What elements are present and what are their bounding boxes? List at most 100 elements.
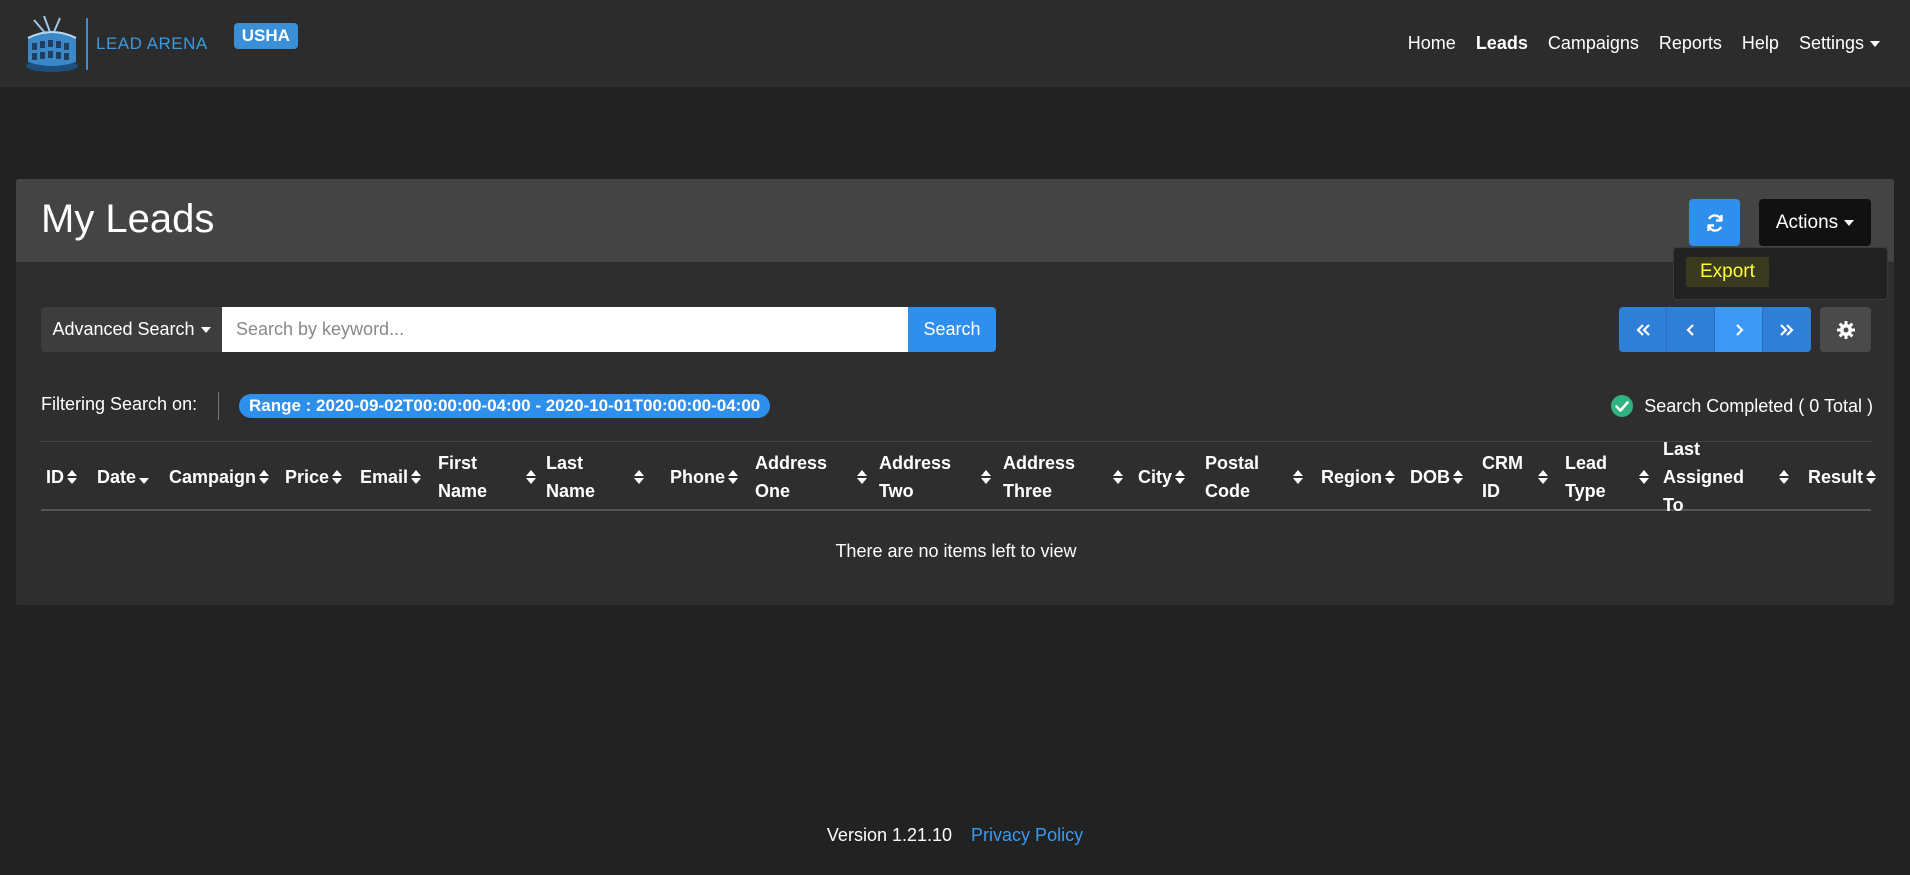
column-label: Last Name <box>546 453 596 501</box>
sort-icon <box>1779 470 1789 484</box>
column-header-email[interactable]: Email <box>360 448 422 506</box>
sort-icon <box>67 470 77 484</box>
colosseum-logo-icon <box>26 15 78 72</box>
pagination <box>1619 307 1811 352</box>
column-label: Phone <box>670 467 726 487</box>
filter-divider <box>218 392 219 420</box>
sort-desc-icon <box>139 478 150 484</box>
sort-icon <box>1453 470 1463 484</box>
column-label: Price <box>285 467 330 487</box>
sort-icon <box>411 470 422 484</box>
column-header-last-assigned-to[interactable]: Last Assigned To <box>1663 439 1789 515</box>
leads-card: My Leads Actions Export Advanced Search … <box>16 179 1894 605</box>
nav-leads[interactable]: Leads <box>1466 33 1538 54</box>
search-button[interactable]: Search <box>908 307 996 352</box>
double-chevron-left-icon <box>1635 323 1650 336</box>
tenant-badge: USHA <box>233 22 298 49</box>
column-header-price[interactable]: Price <box>285 448 343 506</box>
brand[interactable]: LEAD ARENA USHA <box>20 12 298 76</box>
nav-links: Home Leads Campaigns Reports Help Settin… <box>1398 33 1890 54</box>
sort-icon <box>1538 470 1548 484</box>
sort-icon <box>728 470 739 484</box>
column-header-campaign[interactable]: Campaign <box>169 448 270 506</box>
sort-icon <box>259 470 270 484</box>
next-page-button[interactable] <box>1715 307 1763 352</box>
column-label: Email <box>360 467 409 487</box>
top-navbar: LEAD ARENA USHA Home Leads Campaigns Rep… <box>0 0 1910 87</box>
sort-icon <box>332 470 343 484</box>
chevron-right-icon <box>1735 323 1744 336</box>
column-label: Postal Code <box>1205 453 1260 501</box>
page-title: My Leads <box>41 197 215 241</box>
actions-dropdown-button[interactable]: Actions <box>1759 199 1871 246</box>
export-menu-item[interactable]: Export <box>1686 257 1769 287</box>
column-header-postal-code[interactable]: Postal Code <box>1205 448 1303 506</box>
search-status: Search Completed ( 0 Total ) <box>1610 394 1873 418</box>
search-input[interactable] <box>222 307 908 352</box>
footer: Version 1.21.10 Privacy Policy <box>0 825 1910 846</box>
caret-down-icon <box>200 326 211 333</box>
column-label: ID <box>46 467 64 487</box>
column-header-last-name[interactable]: Last Name <box>546 448 644 506</box>
sort-icon <box>1639 470 1649 484</box>
column-header-region[interactable]: Region <box>1321 448 1395 506</box>
actions-dropdown-menu: Export <box>1673 247 1888 300</box>
privacy-policy-link[interactable]: Privacy Policy <box>971 825 1083 845</box>
column-label: Last Assigned To <box>1663 439 1745 515</box>
column-header-crm-id[interactable]: CRM ID <box>1482 448 1548 506</box>
column-header-result[interactable]: Result <box>1808 448 1877 506</box>
nav-reports[interactable]: Reports <box>1649 33 1732 54</box>
column-label: Campaign <box>169 467 257 487</box>
empty-table-message: There are no items left to view <box>835 541 1077 561</box>
nav-home[interactable]: Home <box>1398 33 1466 54</box>
version-text: Version 1.21.10 <box>826 825 953 845</box>
column-header-city[interactable]: City <box>1138 448 1186 506</box>
sort-icon <box>526 470 536 484</box>
range-filter-pill[interactable]: Range : 2020-09-02T00:00:00-04:00 - 2020… <box>239 394 771 418</box>
table-settings-button[interactable] <box>1820 307 1871 352</box>
sort-icon <box>1293 470 1303 484</box>
column-label: Address One <box>755 453 828 501</box>
sort-icon <box>1113 470 1123 484</box>
column-header-address-three[interactable]: Address Three <box>1003 448 1123 506</box>
caret-down-icon <box>1844 219 1855 226</box>
sort-icon <box>1175 470 1186 484</box>
column-label: Date <box>97 467 137 487</box>
brand-name: LEAD ARENA <box>96 33 208 53</box>
search-status-text: Search Completed ( 0 Total ) <box>1644 395 1873 416</box>
chevron-left-icon <box>1685 323 1694 336</box>
refresh-icon <box>1706 213 1723 232</box>
column-label: City <box>1138 467 1173 487</box>
last-page-button[interactable] <box>1763 307 1811 352</box>
filter-label: Filtering Search on: <box>41 394 198 414</box>
nav-help[interactable]: Help <box>1732 33 1789 54</box>
logo-divider <box>86 17 88 70</box>
column-header-address-one[interactable]: Address One <box>755 448 867 506</box>
double-chevron-right-icon <box>1780 323 1794 336</box>
sort-icon <box>634 470 644 484</box>
column-header-first-name[interactable]: First Name <box>438 448 536 506</box>
nav-settings[interactable]: Settings <box>1789 33 1890 54</box>
table-header: ID Date Campaign Price Email First Name … <box>41 439 1877 515</box>
refresh-button[interactable] <box>1689 199 1740 246</box>
gear-icon <box>1836 320 1855 339</box>
column-header-address-two[interactable]: Address Two <box>879 448 991 506</box>
prev-page-button[interactable] <box>1667 307 1715 352</box>
column-label: Result <box>1808 467 1864 487</box>
actions-label: Actions <box>1775 211 1839 233</box>
column-header-date[interactable]: Date <box>97 448 150 506</box>
sort-icon <box>1866 470 1877 484</box>
advanced-search-label: Advanced Search <box>52 319 195 339</box>
column-header-phone[interactable]: Phone <box>670 448 739 506</box>
nav-settings-label: Settings <box>1798 33 1864 53</box>
column-header-id[interactable]: ID <box>46 448 77 506</box>
column-label: Address Three <box>1003 453 1076 501</box>
advanced-search-dropdown[interactable]: Advanced Search <box>41 307 222 352</box>
column-label: Address Two <box>879 453 952 501</box>
column-label: Lead Type <box>1565 453 1608 501</box>
first-page-button[interactable] <box>1619 307 1667 352</box>
nav-campaigns[interactable]: Campaigns <box>1538 33 1649 54</box>
column-header-dob[interactable]: DOB <box>1410 448 1463 506</box>
card-header <box>16 179 1894 262</box>
column-header-lead-type[interactable]: Lead Type <box>1565 448 1649 506</box>
